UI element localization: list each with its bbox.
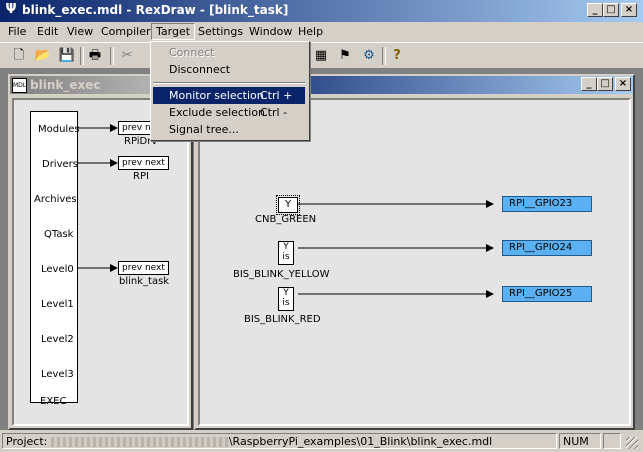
redacted-path <box>50 437 229 447</box>
toolbar-separator <box>382 47 386 65</box>
minimize-button[interactable]: _ <box>587 3 603 17</box>
menu-item-label: Exclude selection <box>169 106 266 119</box>
output-pin-gpio23[interactable]: RPI__GPIO23 <box>502 196 592 212</box>
child-close-button[interactable]: × <box>615 77 631 91</box>
menu-item-label: Connect <box>169 46 215 59</box>
menu-item-label: Monitor selection <box>169 89 264 102</box>
connect-target-icon[interactable]: ⚙ <box>360 47 378 65</box>
output-pin-gpio25[interactable]: RPI__GPIO25 <box>502 286 592 302</box>
menu-item-shortcut: Ctrl + <box>260 89 293 102</box>
port-label: Y <box>283 288 289 298</box>
menu-target[interactable]: Target <box>151 23 196 40</box>
menu-file[interactable]: File <box>8 25 26 38</box>
block-name: BIS_BLINK_YELLOW <box>233 269 330 280</box>
port-label: is <box>282 252 290 262</box>
status-project: Project: \RaspberryPi_examples\01_Blink\… <box>2 433 557 449</box>
mdl-file-icon: MDL <box>12 78 27 93</box>
output-pin-gpio24[interactable]: RPI__GPIO24 <box>502 240 592 256</box>
diagram-canvas-exec[interactable]: Modules Drivers Archives QTask Level0 Le… <box>12 98 189 426</box>
toolbar-separator <box>110 47 114 65</box>
block-rpi[interactable]: prev next <box>118 156 169 170</box>
target-menu-dropdown: Connect Disconnect Monitor selection Ctrl… <box>150 41 310 141</box>
mdi-workspace: MDL blink_exec Modules Drivers Archives … <box>0 68 643 430</box>
child-minimize-button[interactable]: _ <box>581 77 597 91</box>
compile-icon[interactable]: ⚑ <box>336 47 354 65</box>
block-name: blink_task <box>119 276 170 287</box>
diagnostics-icon[interactable]: ▦ <box>312 47 330 65</box>
menu-item-signal-tree[interactable]: Signal tree... <box>153 121 305 138</box>
open-folder-icon[interactable]: 📂 <box>34 47 52 65</box>
menu-item-monitor-selection[interactable]: Monitor selection Ctrl + <box>153 87 305 104</box>
port-label: Y <box>283 242 289 252</box>
block-name: RPI <box>133 171 149 182</box>
child-maximize-button[interactable]: □ <box>597 77 613 91</box>
menubar: File Edit View Compiler Target Settings … <box>0 22 643 41</box>
block-bis-blink-yellow[interactable]: Yis <box>278 241 294 265</box>
menu-item-shortcut: Ctrl - <box>260 106 288 119</box>
status-num: NUM <box>559 433 601 449</box>
menu-edit[interactable]: Edit <box>37 25 58 38</box>
menu-item-label: Disconnect <box>169 63 231 76</box>
status-cell-empty <box>603 433 621 449</box>
menu-view[interactable]: View <box>67 25 93 38</box>
menu-window[interactable]: Window <box>249 25 292 38</box>
rexdraw-app-icon[interactable]: Ψ <box>4 3 18 17</box>
menu-compiler[interactable]: Compiler <box>101 25 151 38</box>
menu-separator <box>153 82 305 84</box>
app-title-bar: Ψ blink_exec.mdl - RexDraw - [blink_task… <box>0 0 643 22</box>
child-window-title: blink_exec <box>30 78 101 92</box>
project-path: \RaspberryPi_examples\01_Blink\blink_exe… <box>228 435 493 448</box>
diagram-canvas-task[interactable]: Y CNB_GREEN Yis BIS_BLINK_YELLOW Yis BIS… <box>198 98 631 426</box>
block-blink-task[interactable]: prev next <box>118 261 169 275</box>
menu-item-label: Signal tree... <box>169 123 239 136</box>
cut-icon[interactable]: ✂ <box>118 47 136 65</box>
resize-grip-icon[interactable] <box>626 437 638 449</box>
block-name: BIS_BLINK_RED <box>244 314 321 325</box>
status-bar: Project: \RaspberryPi_examples\01_Blink\… <box>0 431 643 452</box>
menu-help[interactable]: Help <box>298 25 323 38</box>
close-button[interactable]: × <box>621 3 637 17</box>
save-icon[interactable]: 💾 <box>58 47 76 65</box>
menu-settings[interactable]: Settings <box>198 25 243 38</box>
block-bis-blink-red[interactable]: Yis <box>278 287 294 311</box>
help-icon[interactable]: ? <box>388 47 406 65</box>
toolbar: 🗋 📂 💾 🖶 ✂ ▦ ⚑ ⚙ ? <box>0 42 643 69</box>
port-label: is <box>282 298 290 308</box>
menu-item-disconnect[interactable]: Disconnect <box>153 61 305 78</box>
print-icon[interactable]: 🖶 <box>86 47 104 65</box>
task-connections <box>298 200 494 298</box>
window-title: blink_exec.mdl - RexDraw - [blink_task] <box>22 3 289 17</box>
block-name: CNB_GREEN <box>255 214 317 225</box>
menu-item-connect[interactable]: Connect <box>153 44 305 61</box>
block-cnb-green[interactable]: Y <box>276 195 300 215</box>
new-file-icon[interactable]: 🗋 <box>10 47 28 65</box>
menu-item-exclude-selection[interactable]: Exclude selection Ctrl - <box>153 104 305 121</box>
toolbar-separator <box>80 47 84 65</box>
project-label: Project: <box>6 435 48 448</box>
maximize-button[interactable]: □ <box>603 3 619 17</box>
